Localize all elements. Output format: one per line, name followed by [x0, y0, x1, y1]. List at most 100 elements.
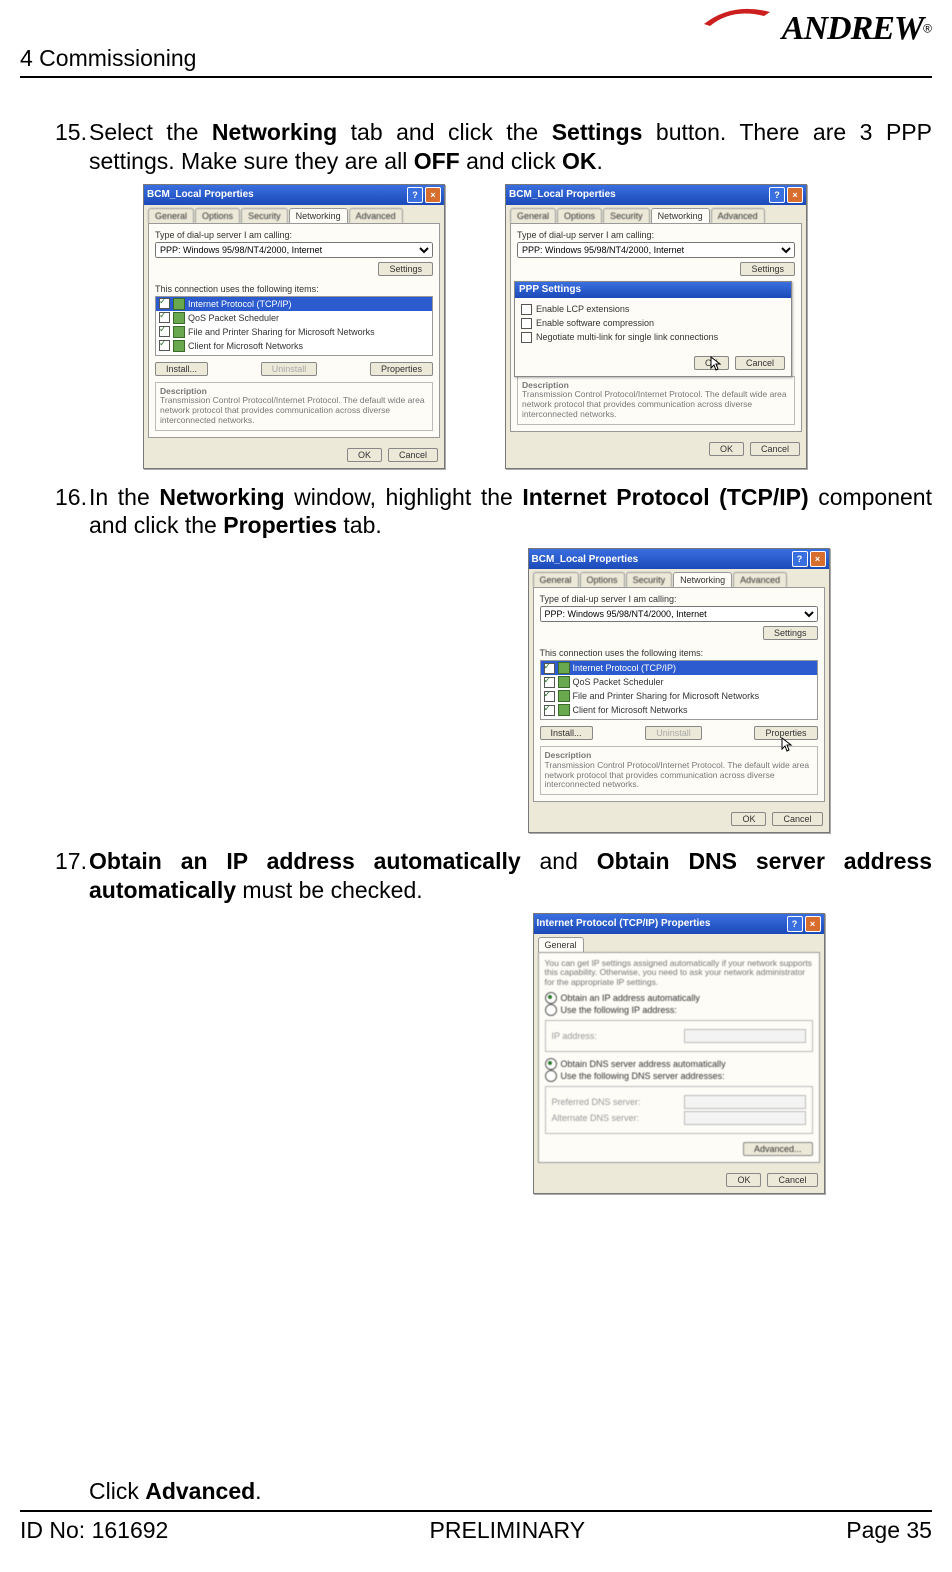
tab-options[interactable]: Options	[557, 208, 602, 223]
component-icon	[558, 690, 570, 702]
checkbox-icon[interactable]	[159, 326, 170, 337]
install-button[interactable]: Install...	[540, 726, 593, 740]
tab-networking[interactable]: Networking	[651, 208, 710, 223]
tab-options[interactable]: Options	[580, 572, 625, 587]
dialog-tabs: General Options Security Networking Adva…	[144, 205, 444, 223]
tab-advanced[interactable]: Advanced	[733, 572, 787, 587]
checkbox-icon[interactable]	[521, 332, 532, 343]
ip-input	[684, 1029, 806, 1043]
checkbox-icon[interactable]	[544, 705, 555, 716]
tab-general[interactable]: General	[533, 572, 579, 587]
tab-options[interactable]: Options	[195, 208, 240, 223]
step-17-text: Obtain an IP address automatically and O…	[89, 848, 932, 903]
install-button[interactable]: Install...	[155, 362, 208, 376]
ip-auto-radio[interactable]: Obtain an IP address automatically	[545, 992, 813, 1004]
dialog-title: Internet Protocol (TCP/IP) Properties	[537, 918, 711, 929]
component-list[interactable]: Internet Protocol (TCP/IP) QoS Packet Sc…	[540, 660, 818, 720]
brand-logo: ANDREW®	[782, 10, 932, 48]
server-type-combo[interactable]: PPP: Windows 95/98/NT4/2000, Internet	[155, 242, 433, 258]
close-icon[interactable]: ×	[425, 187, 441, 203]
settings-button[interactable]: Settings	[763, 626, 818, 640]
checkbox-icon[interactable]	[544, 677, 555, 688]
tab-general[interactable]: General	[510, 208, 556, 223]
checkbox-icon[interactable]	[159, 298, 170, 309]
page-header: 4 Commissioning ANDREW®	[20, 18, 932, 78]
list-item[interactable]: File and Printer Sharing for Microsoft N…	[541, 689, 817, 703]
tab-advanced[interactable]: Advanced	[349, 208, 403, 223]
help-icon[interactable]: ?	[792, 551, 808, 567]
component-icon	[558, 704, 570, 716]
dialog-title: BCM_Local Properties	[509, 189, 616, 200]
settings-button[interactable]: Settings	[378, 262, 433, 276]
cancel-button[interactable]: Cancel	[767, 1173, 817, 1187]
settings-button[interactable]: Settings	[740, 262, 795, 276]
checkbox-icon[interactable]	[521, 318, 532, 329]
tab-security[interactable]: Security	[626, 572, 673, 587]
close-icon[interactable]: ×	[787, 187, 803, 203]
cancel-button[interactable]: Cancel	[772, 812, 822, 826]
checkbox-icon[interactable]	[159, 340, 170, 351]
list-item[interactable]: Client for Microsoft Networks	[156, 339, 432, 353]
ok-button[interactable]: OK	[347, 448, 382, 462]
tab-advanced[interactable]: Advanced	[711, 208, 765, 223]
help-icon[interactable]: ?	[769, 187, 785, 203]
step-15-figures: BCM_Local Properties ?× General Options …	[143, 184, 932, 469]
list-item[interactable]: Client for Microsoft Networks	[541, 703, 817, 717]
dns-manual-radio[interactable]: Use the following DNS server addresses:	[545, 1070, 813, 1082]
radio-icon[interactable]	[545, 1058, 557, 1070]
list-item[interactable]: Internet Protocol (TCP/IP)	[156, 297, 432, 311]
component-list[interactable]: Internet Protocol (TCP/IP) QoS Packet Sc…	[155, 296, 433, 356]
ppp-option[interactable]: Enable software compression	[521, 318, 785, 329]
titlebar-icons: ?×	[792, 551, 826, 567]
list-item[interactable]: Internet Protocol (TCP/IP)	[541, 661, 817, 675]
tab-security[interactable]: Security	[241, 208, 288, 223]
dns-fields-group: Preferred DNS server: Alternate DNS serv…	[545, 1086, 813, 1134]
help-icon[interactable]: ?	[787, 916, 803, 932]
dialog-networking-left: BCM_Local Properties ?× General Options …	[143, 184, 445, 469]
checkbox-icon[interactable]	[159, 312, 170, 323]
server-type-combo[interactable]: PPP: Windows 95/98/NT4/2000, Internet	[517, 242, 795, 258]
ok-button[interactable]: OK	[731, 812, 766, 826]
close-icon[interactable]: ×	[810, 551, 826, 567]
advanced-button[interactable]: Advanced...	[743, 1142, 813, 1156]
dns-auto-radio[interactable]: Obtain DNS server address automatically	[545, 1058, 813, 1070]
radio-icon[interactable]	[545, 1004, 557, 1016]
uses-label: This connection uses the following items…	[155, 284, 433, 294]
radio-icon[interactable]	[545, 1070, 557, 1082]
step-17-number: 17.	[55, 847, 87, 876]
tab-general[interactable]: General	[538, 937, 584, 952]
step-15-number: 15.	[55, 118, 87, 147]
step-15: 15. Select the Networking tab and click …	[55, 118, 932, 176]
uses-label: This connection uses the following items…	[540, 648, 818, 658]
checkbox-icon[interactable]	[521, 304, 532, 315]
ok-button[interactable]: OK	[709, 442, 744, 456]
tab-networking[interactable]: Networking	[289, 208, 348, 223]
cancel-button[interactable]: Cancel	[735, 356, 785, 370]
component-icon	[173, 312, 185, 324]
swoosh-icon	[702, 4, 772, 29]
dialog-networking-right: BCM_Local Properties ?× General Options …	[505, 184, 807, 469]
radio-icon[interactable]	[545, 992, 557, 1004]
ip-manual-radio[interactable]: Use the following IP address:	[545, 1004, 813, 1016]
step-15-text: Select the Networking tab and click the …	[89, 119, 932, 174]
step-16-figure: BCM_Local Properties ?× General Options …	[425, 548, 932, 833]
list-item[interactable]: QoS Packet Scheduler	[156, 311, 432, 325]
list-item[interactable]: File and Printer Sharing for Microsoft N…	[156, 325, 432, 339]
server-type-combo[interactable]: PPP: Windows 95/98/NT4/2000, Internet	[540, 606, 818, 622]
checkbox-icon[interactable]	[544, 663, 555, 674]
step-16-number: 16.	[55, 483, 87, 512]
list-item[interactable]: QoS Packet Scheduler	[541, 675, 817, 689]
tab-general[interactable]: General	[148, 208, 194, 223]
close-icon[interactable]: ×	[805, 916, 821, 932]
cancel-button[interactable]: Cancel	[388, 448, 438, 462]
titlebar: BCM_Local Properties ?×	[144, 185, 444, 205]
tab-security[interactable]: Security	[603, 208, 650, 223]
checkbox-icon[interactable]	[544, 691, 555, 702]
properties-button[interactable]: Properties	[370, 362, 433, 376]
ppp-option[interactable]: Negotiate multi-link for single link con…	[521, 332, 785, 343]
tab-networking[interactable]: Networking	[673, 572, 732, 587]
help-icon[interactable]: ?	[407, 187, 423, 203]
ok-button[interactable]: OK	[726, 1173, 761, 1187]
ppp-option[interactable]: Enable LCP extensions	[521, 304, 785, 315]
cancel-button[interactable]: Cancel	[750, 442, 800, 456]
